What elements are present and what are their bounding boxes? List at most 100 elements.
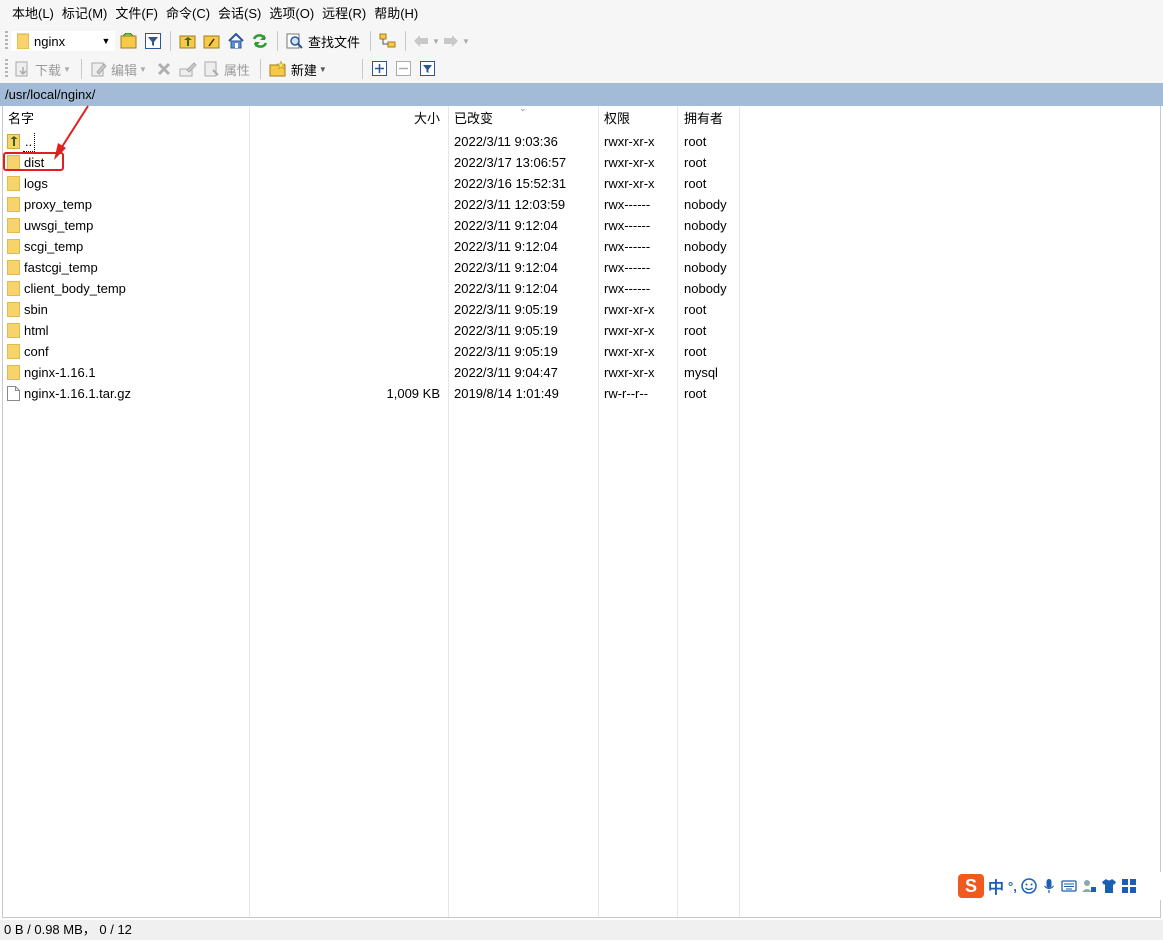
file-permissions: rwxr-xr-x	[604, 155, 655, 170]
table-row[interactable]: proxy_temp 2022/3/11 12:03:59 rwx------ nob…	[3, 194, 743, 215]
download-button[interactable]: 下载 ▼	[12, 58, 75, 80]
refresh-button[interactable]	[249, 30, 271, 52]
file-name: uwsgi_temp	[24, 218, 94, 233]
menu-local[interactable]: 本地(L)	[8, 4, 58, 24]
skin-shirt-icon[interactable]	[1101, 878, 1117, 894]
table-row[interactable]: conf 2022/3/11 9:05:19 rwxr-xr-x root	[3, 341, 743, 362]
column-header-modified[interactable]: 已改变	[454, 106, 493, 131]
chevron-down-icon[interactable]: ▼	[139, 65, 147, 74]
table-row[interactable]: client_body_temp 2022/3/11 9:12:04 rwx----…	[3, 278, 743, 299]
parent-directory-button[interactable]	[177, 30, 199, 52]
rename-button[interactable]	[177, 58, 199, 80]
delete-button[interactable]	[153, 58, 175, 80]
file-size	[249, 173, 440, 194]
file-permissions: rwxr-xr-x	[604, 344, 655, 359]
home-directory-button[interactable]	[225, 30, 247, 52]
column-header-size[interactable]: 大小	[249, 106, 440, 131]
properties-label: 属性	[223, 62, 250, 78]
open-directory-button[interactable]	[118, 30, 140, 52]
folder-root-icon	[203, 35, 220, 49]
menu-session[interactable]: 会话(S)	[214, 4, 265, 24]
file-permissions: rw-r--r--	[604, 386, 649, 401]
file-size	[249, 215, 440, 236]
file-list[interactable]: 名字 大小 ⌄ 已改变 权限 拥有者 .. 2022/3/11 9:03:36 rw…	[2, 106, 1161, 918]
toolbar-grip[interactable]	[5, 31, 8, 51]
user-tools-icon[interactable]	[1081, 878, 1097, 894]
chevron-down-icon[interactable]: ▼	[462, 37, 470, 46]
file-size	[249, 299, 440, 320]
table-row[interactable]: .. 2022/3/11 9:03:36 rwxr-xr-x root	[3, 131, 743, 152]
table-row[interactable]: nginx-1.16.1 2022/3/11 9:04:47 rwxr-xr-x my…	[3, 362, 743, 383]
menu-options[interactable]: 选项(O)	[265, 4, 318, 24]
file-permissions: rwxr-xr-x	[604, 302, 655, 317]
toolbar-navigation: nginx ▼ 查找文件 ▼ ▼	[0, 27, 1163, 55]
file-modified: 2022/3/11 9:03:36	[454, 134, 558, 149]
location-combo[interactable]: nginx ▼	[11, 31, 115, 51]
menu-help[interactable]: 帮助(H)	[370, 4, 422, 24]
menu-remote[interactable]: 远程(R)	[318, 4, 370, 24]
keyboard-icon[interactable]	[1061, 878, 1077, 894]
menu-command[interactable]: 命令(C)	[162, 4, 214, 24]
ime-language-toggle[interactable]: 中	[988, 874, 1004, 898]
table-row[interactable]: scgi_temp 2022/3/11 9:12:04 rwx------ nobod…	[3, 236, 743, 257]
column-header-permissions[interactable]: 权限	[604, 106, 630, 131]
back-button[interactable]: ▼	[412, 30, 440, 52]
file-owner: nobody	[684, 218, 727, 233]
select-all-button[interactable]	[369, 58, 391, 80]
toolbar-separator	[361, 59, 363, 79]
find-files-button[interactable]: 查找文件	[284, 30, 364, 52]
file-owner: root	[684, 155, 707, 170]
file-modified: 2022/3/11 12:03:59	[454, 197, 566, 212]
folder-icon	[7, 197, 20, 213]
file-name: ..	[23, 133, 36, 152]
toolbar-grip[interactable]	[5, 59, 8, 79]
file-owner: nobody	[684, 239, 727, 254]
home-icon	[228, 33, 244, 49]
new-button[interactable]: 新建 ▼	[267, 58, 331, 80]
file-size	[249, 236, 440, 257]
microphone-icon[interactable]	[1041, 878, 1057, 894]
file-size	[249, 131, 440, 152]
plus-box-icon	[371, 61, 387, 76]
arrow-right-icon	[443, 35, 458, 47]
menu-mark[interactable]: 标记(M)	[58, 4, 112, 24]
table-row[interactable]: uwsgi_temp 2022/3/11 9:12:04 rwx------ nobo…	[3, 215, 743, 236]
properties-button[interactable]: 属性	[201, 58, 254, 80]
column-header-owner[interactable]: 拥有者	[684, 106, 723, 131]
filter-icon	[419, 61, 435, 76]
edit-button[interactable]: 编辑 ▼	[88, 58, 151, 80]
chevron-down-icon[interactable]: ▼	[99, 31, 113, 51]
filter-select-button[interactable]	[417, 58, 439, 80]
delete-icon	[157, 62, 170, 76]
root-directory-button[interactable]	[201, 30, 223, 52]
chevron-down-icon[interactable]: ▼	[432, 37, 440, 46]
sogou-logo-icon[interactable]: S	[958, 874, 984, 898]
deselect-all-button[interactable]	[393, 58, 415, 80]
ime-punctuation-toggle[interactable]: °,	[1008, 879, 1017, 894]
path-bar[interactable]: /usr/local/nginx/	[0, 83, 1163, 106]
menu-file[interactable]: 文件(F)	[111, 4, 162, 24]
table-row[interactable]: html 2022/3/11 9:05:19 rwxr-xr-x root	[3, 320, 743, 341]
filter-button[interactable]	[142, 30, 164, 52]
table-row[interactable]: fastcgi_temp 2022/3/11 9:12:04 rwx------ no…	[3, 257, 743, 278]
table-row[interactable]: dist 2022/3/17 13:06:57 rwxr-xr-x root	[3, 152, 743, 173]
column-header-name[interactable]: 名字	[8, 106, 34, 131]
table-row[interactable]: logs 2022/3/16 15:52:31 rwxr-xr-x root	[3, 173, 743, 194]
table-row[interactable]: sbin 2022/3/11 9:05:19 rwxr-xr-x root	[3, 299, 743, 320]
file-size	[249, 152, 440, 173]
file-permissions: rwx------	[604, 260, 651, 275]
chevron-down-icon[interactable]: ▼	[63, 65, 71, 74]
toolbar-file-actions: 下载 ▼ 编辑 ▼ 属性 新建 ▼	[0, 55, 1163, 83]
toolbar-separator	[405, 31, 407, 51]
tree-view-button[interactable]	[377, 30, 399, 52]
toolbar-separator	[370, 31, 372, 51]
refresh-icon	[252, 34, 268, 48]
table-row[interactable]: nginx-1.16.1.tar.gz 1,009 KB 2019/8/14 1:0…	[3, 383, 743, 404]
file-owner: mysql	[684, 365, 718, 380]
file-modified: 2022/3/11 9:04:47	[454, 365, 558, 380]
grid-menu-icon[interactable]	[1121, 878, 1137, 894]
emoji-icon[interactable]	[1021, 878, 1037, 894]
chevron-down-icon[interactable]: ▼	[319, 65, 327, 74]
sort-indicator-icon: ⌄	[519, 106, 527, 113]
forward-button[interactable]: ▼	[442, 30, 470, 52]
